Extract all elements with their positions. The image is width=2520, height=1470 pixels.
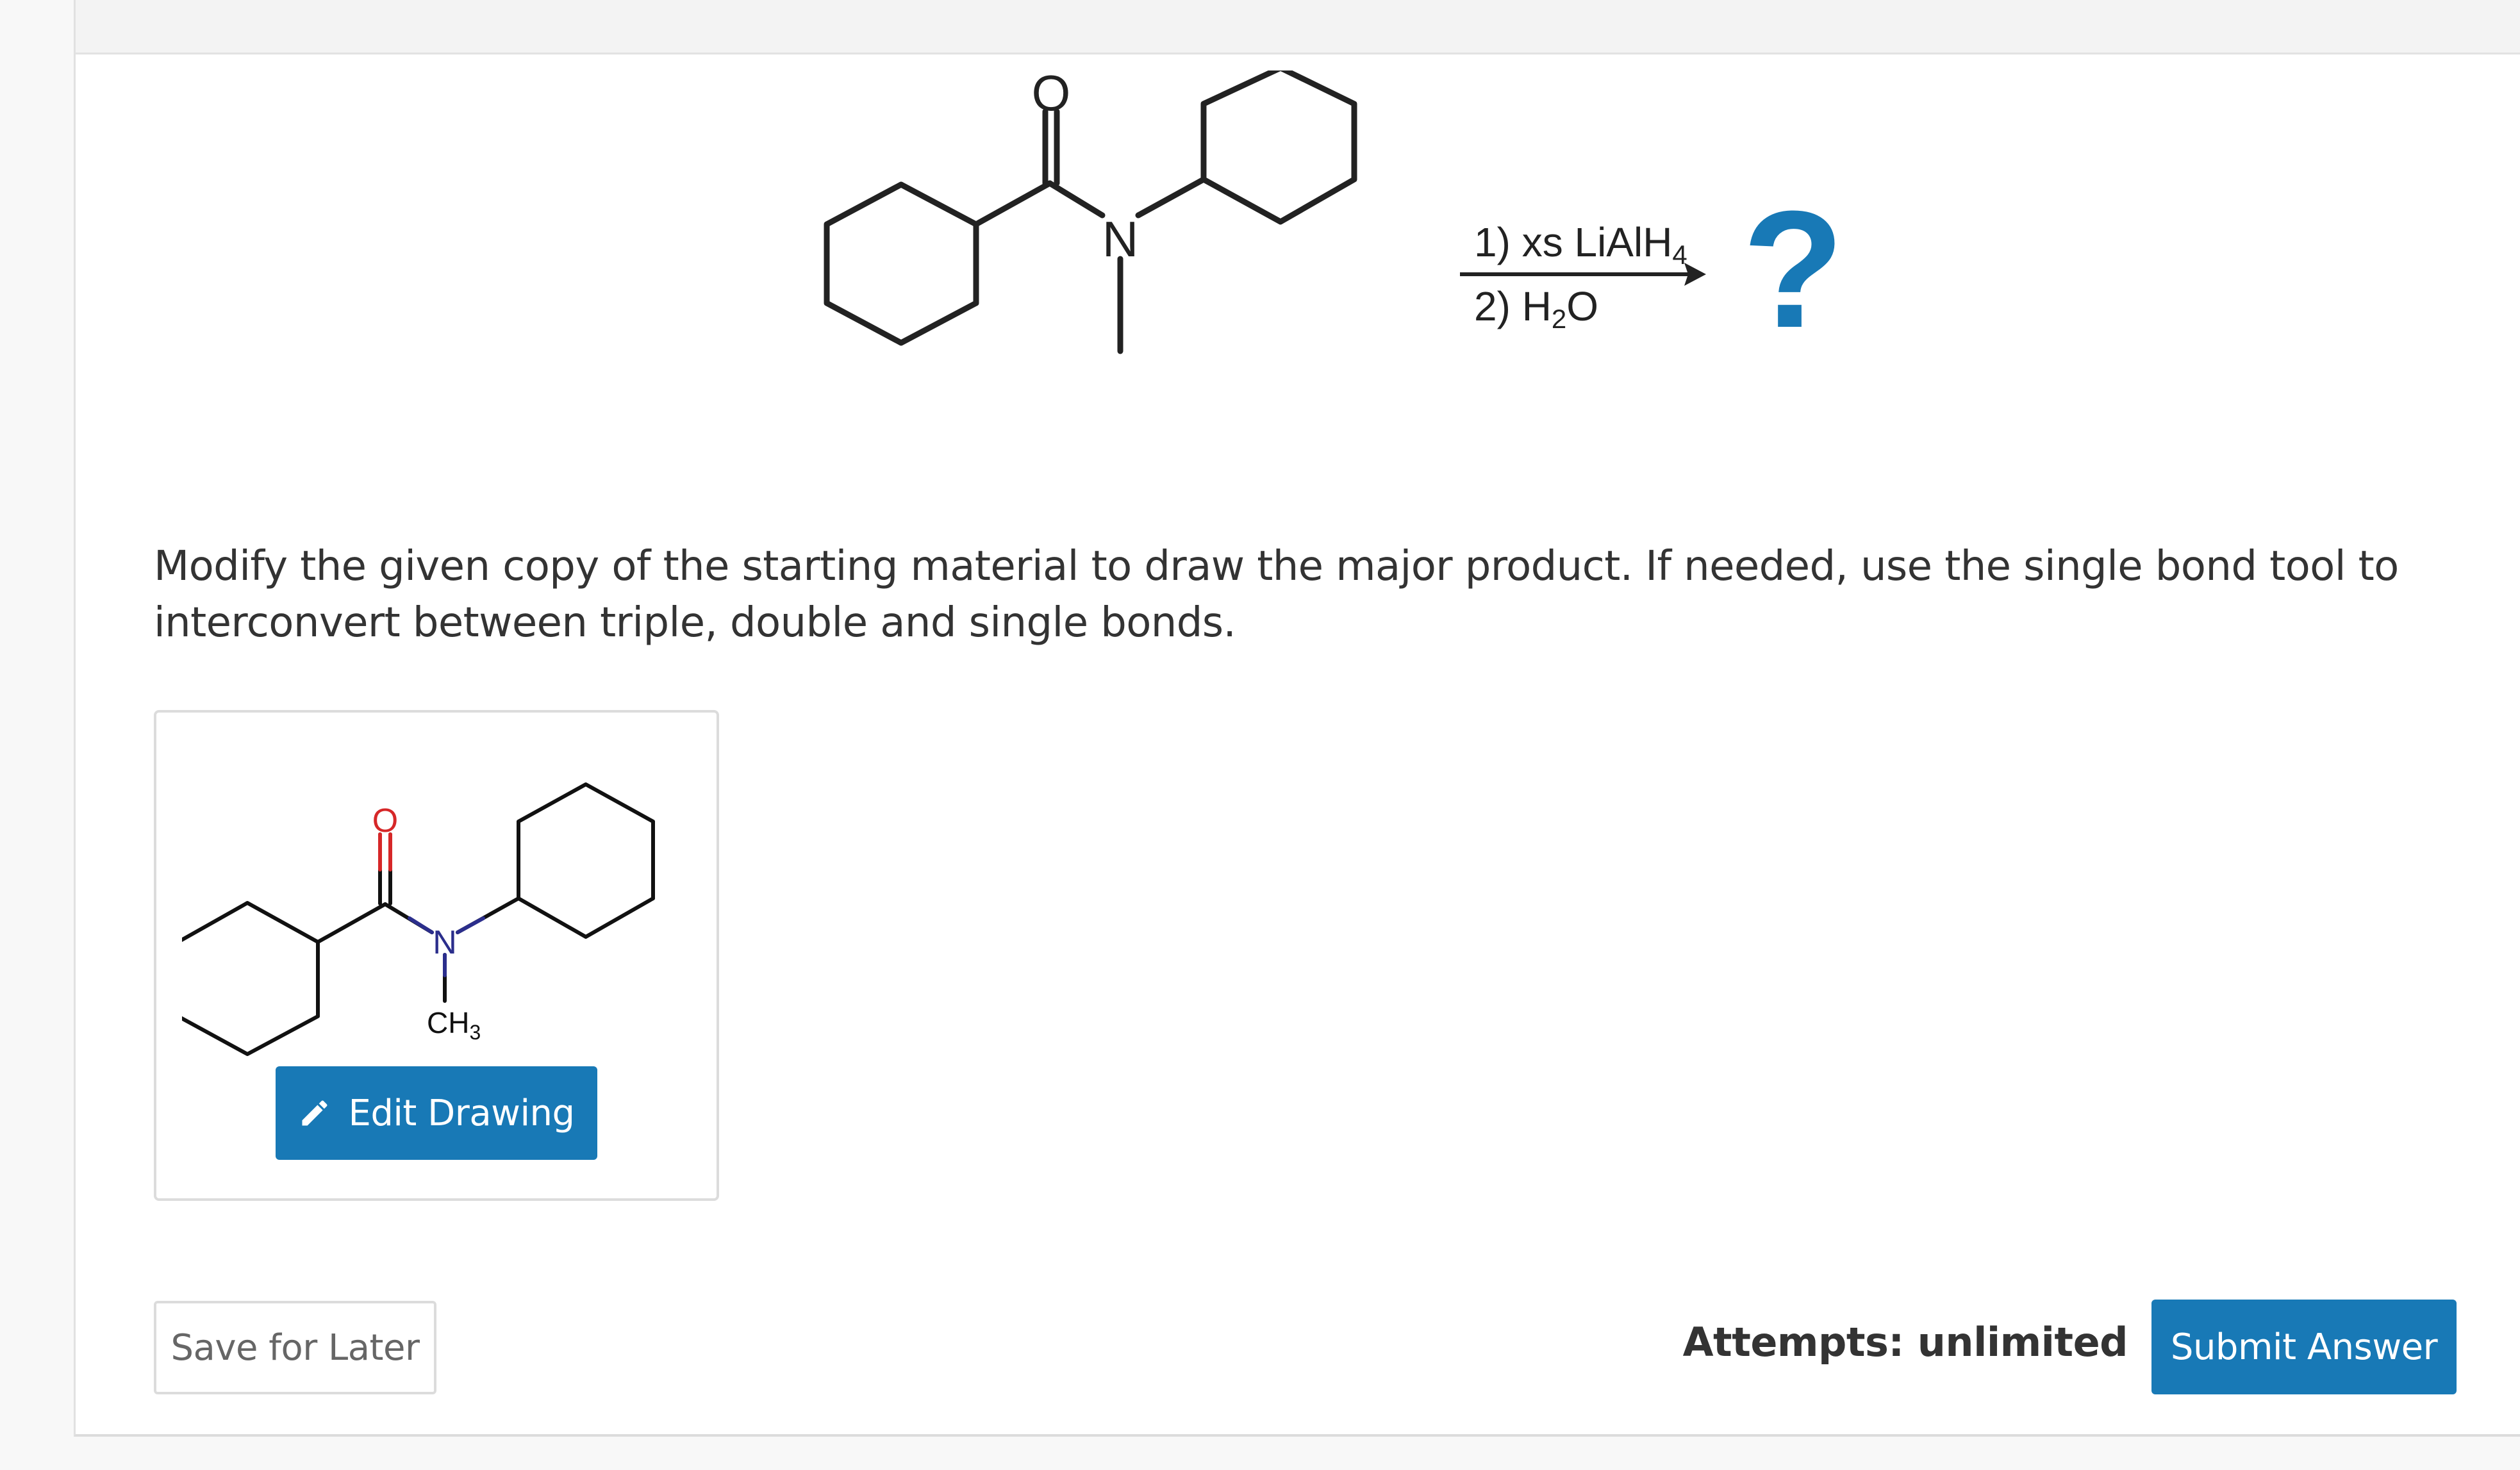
edit-drawing-label: Edit Drawing	[348, 1092, 575, 1134]
attempts-status: Attempts: unlimited	[1682, 1319, 2128, 1366]
answer-structure	[182, 782, 655, 1056]
answer-nitrogen-label: N	[433, 924, 457, 961]
edit-drawing-button[interactable]: Edit Drawing	[276, 1066, 597, 1160]
pencil-icon	[302, 1100, 327, 1126]
amide-nitrogen-label: N	[1102, 211, 1138, 267]
carbonyl-oxygen-label: O	[1032, 70, 1071, 121]
save-for-later-button[interactable]: Save for Later	[154, 1301, 436, 1394]
answer-methyl-label: CH3	[427, 1006, 481, 1044]
answer-molecule-preview[interactable]: O N CH3	[182, 738, 695, 1097]
submit-answer-button[interactable]: Submit Answer	[2151, 1300, 2457, 1394]
answer-oxygen-label: O	[372, 802, 398, 839]
starting-material-structure	[824, 70, 1357, 354]
question-card: O N 1) xs LiAlH4 2) H2O ? Modify the giv…	[74, 0, 2520, 1437]
reagent-step2: 2) H2O	[1474, 283, 1598, 334]
drawing-panel[interactable]: O N CH3 Edit Drawing	[154, 710, 719, 1201]
card-header-bar	[76, 0, 2520, 54]
reagent-step1: 1) xs LiAlH4	[1474, 219, 1687, 270]
question-prompt: Modify the given copy of the starting ma…	[154, 543, 2399, 647]
product-question-mark: ?	[1743, 177, 1844, 363]
reaction-scheme: O N 1) xs LiAlH4 2) H2O ?	[824, 70, 1844, 363]
